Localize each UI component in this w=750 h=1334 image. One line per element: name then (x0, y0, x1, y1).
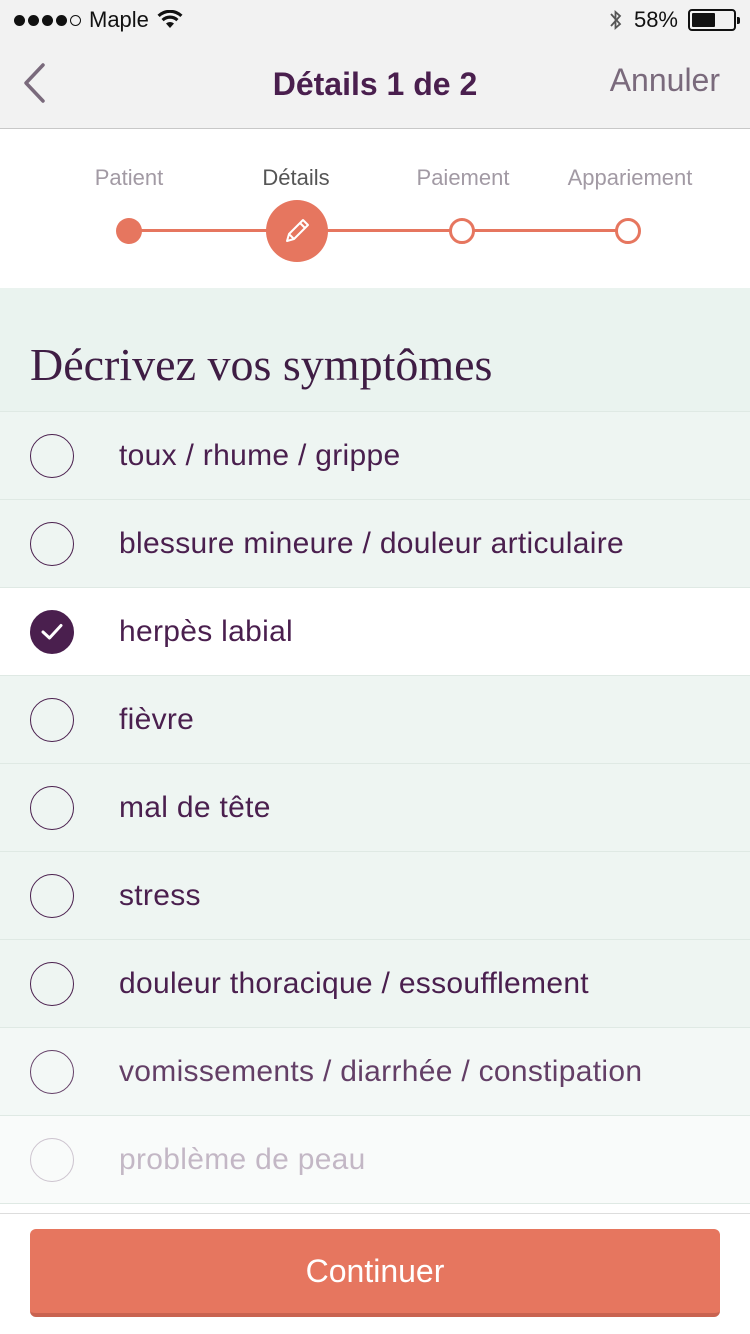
battery-icon (688, 9, 740, 31)
carrier-name: Maple (89, 7, 149, 32)
step-dot-details (266, 200, 328, 262)
symptom-list: toux / rhume / grippe blessure mineure /… (0, 412, 750, 1204)
step-label-patient: Patient (94, 165, 164, 190)
step-dot-payment (449, 218, 475, 244)
symptom-label: fièvre (119, 702, 195, 736)
battery-percent: 58% (633, 7, 678, 32)
symptom-option-chest-pain[interactable]: douleur thoracique / essoufflement (0, 940, 750, 1028)
symptom-label: mal de tête (119, 790, 271, 824)
section-title: Décrivez vos symptômes (30, 339, 493, 390)
step-label-details: Détails (262, 165, 330, 190)
radio-button[interactable] (30, 961, 74, 1006)
status-bar: Maple 58% (0, 0, 750, 40)
back-button[interactable] (14, 58, 54, 108)
radio-button[interactable] (30, 785, 74, 830)
radio-button[interactable] (30, 1049, 74, 1094)
symptom-label: blessure mineure / douleur articulaire (119, 526, 624, 560)
symptom-label: problème de peau (119, 1142, 366, 1176)
symptom-option-skin-problem[interactable]: problème de peau (0, 1116, 750, 1204)
progress-stepper: Patient Détails Paiement Appariement (0, 129, 750, 288)
symptom-label: herpès labial (119, 614, 294, 648)
symptom-option-headache[interactable]: mal de tête (0, 764, 750, 852)
radio-button[interactable] (30, 697, 74, 742)
symptom-label: vomissements / diarrhée / constipation (119, 1054, 643, 1088)
step-dot-matching (615, 218, 641, 244)
symptom-option-cold-sore[interactable]: herpès labial (0, 588, 750, 676)
symptom-label: stress (119, 878, 201, 912)
symptom-option-vomiting[interactable]: vomissements / diarrhée / constipation (0, 1028, 750, 1116)
section-header: Décrivez vos symptômes (0, 288, 750, 412)
bluetooth-icon (610, 9, 622, 31)
pencil-icon (286, 219, 309, 242)
symptom-option-fever[interactable]: fièvre (0, 676, 750, 764)
footer: Continuer (0, 1213, 750, 1334)
cancel-button[interactable]: Annuler (610, 62, 720, 99)
signal-strength-icon (14, 14, 81, 26)
status-left: Maple (14, 7, 608, 33)
wifi-icon (157, 10, 183, 28)
step-dot-patient (116, 218, 142, 244)
page-title: Détails 1 de 2 (272, 65, 478, 102)
symptom-label: toux / rhume / grippe (119, 438, 401, 472)
navigation-bar: Détails 1 de 2 Annuler (0, 40, 750, 129)
radio-button[interactable] (30, 433, 74, 478)
radio-button-checked[interactable] (30, 609, 74, 654)
symptom-option-stress[interactable]: stress (0, 852, 750, 940)
battery-level-fill (692, 13, 716, 27)
radio-button[interactable] (30, 873, 74, 918)
symptom-option-minor-injury[interactable]: blessure mineure / douleur articulaire (0, 500, 750, 588)
continue-button[interactable]: Continuer (30, 1229, 720, 1317)
symptom-option-cough-cold-flu[interactable]: toux / rhume / grippe (0, 412, 750, 500)
radio-button[interactable] (30, 521, 74, 566)
chevron-left-icon (24, 63, 45, 103)
status-right: 58% (608, 7, 740, 33)
checkmark-icon (41, 623, 63, 639)
step-label-payment: Paiement (416, 165, 510, 190)
symptom-label: douleur thoracique / essoufflement (119, 966, 589, 1000)
step-label-matching: Appariement (567, 165, 693, 190)
radio-button[interactable] (30, 1137, 74, 1182)
stepper-track (129, 229, 628, 232)
